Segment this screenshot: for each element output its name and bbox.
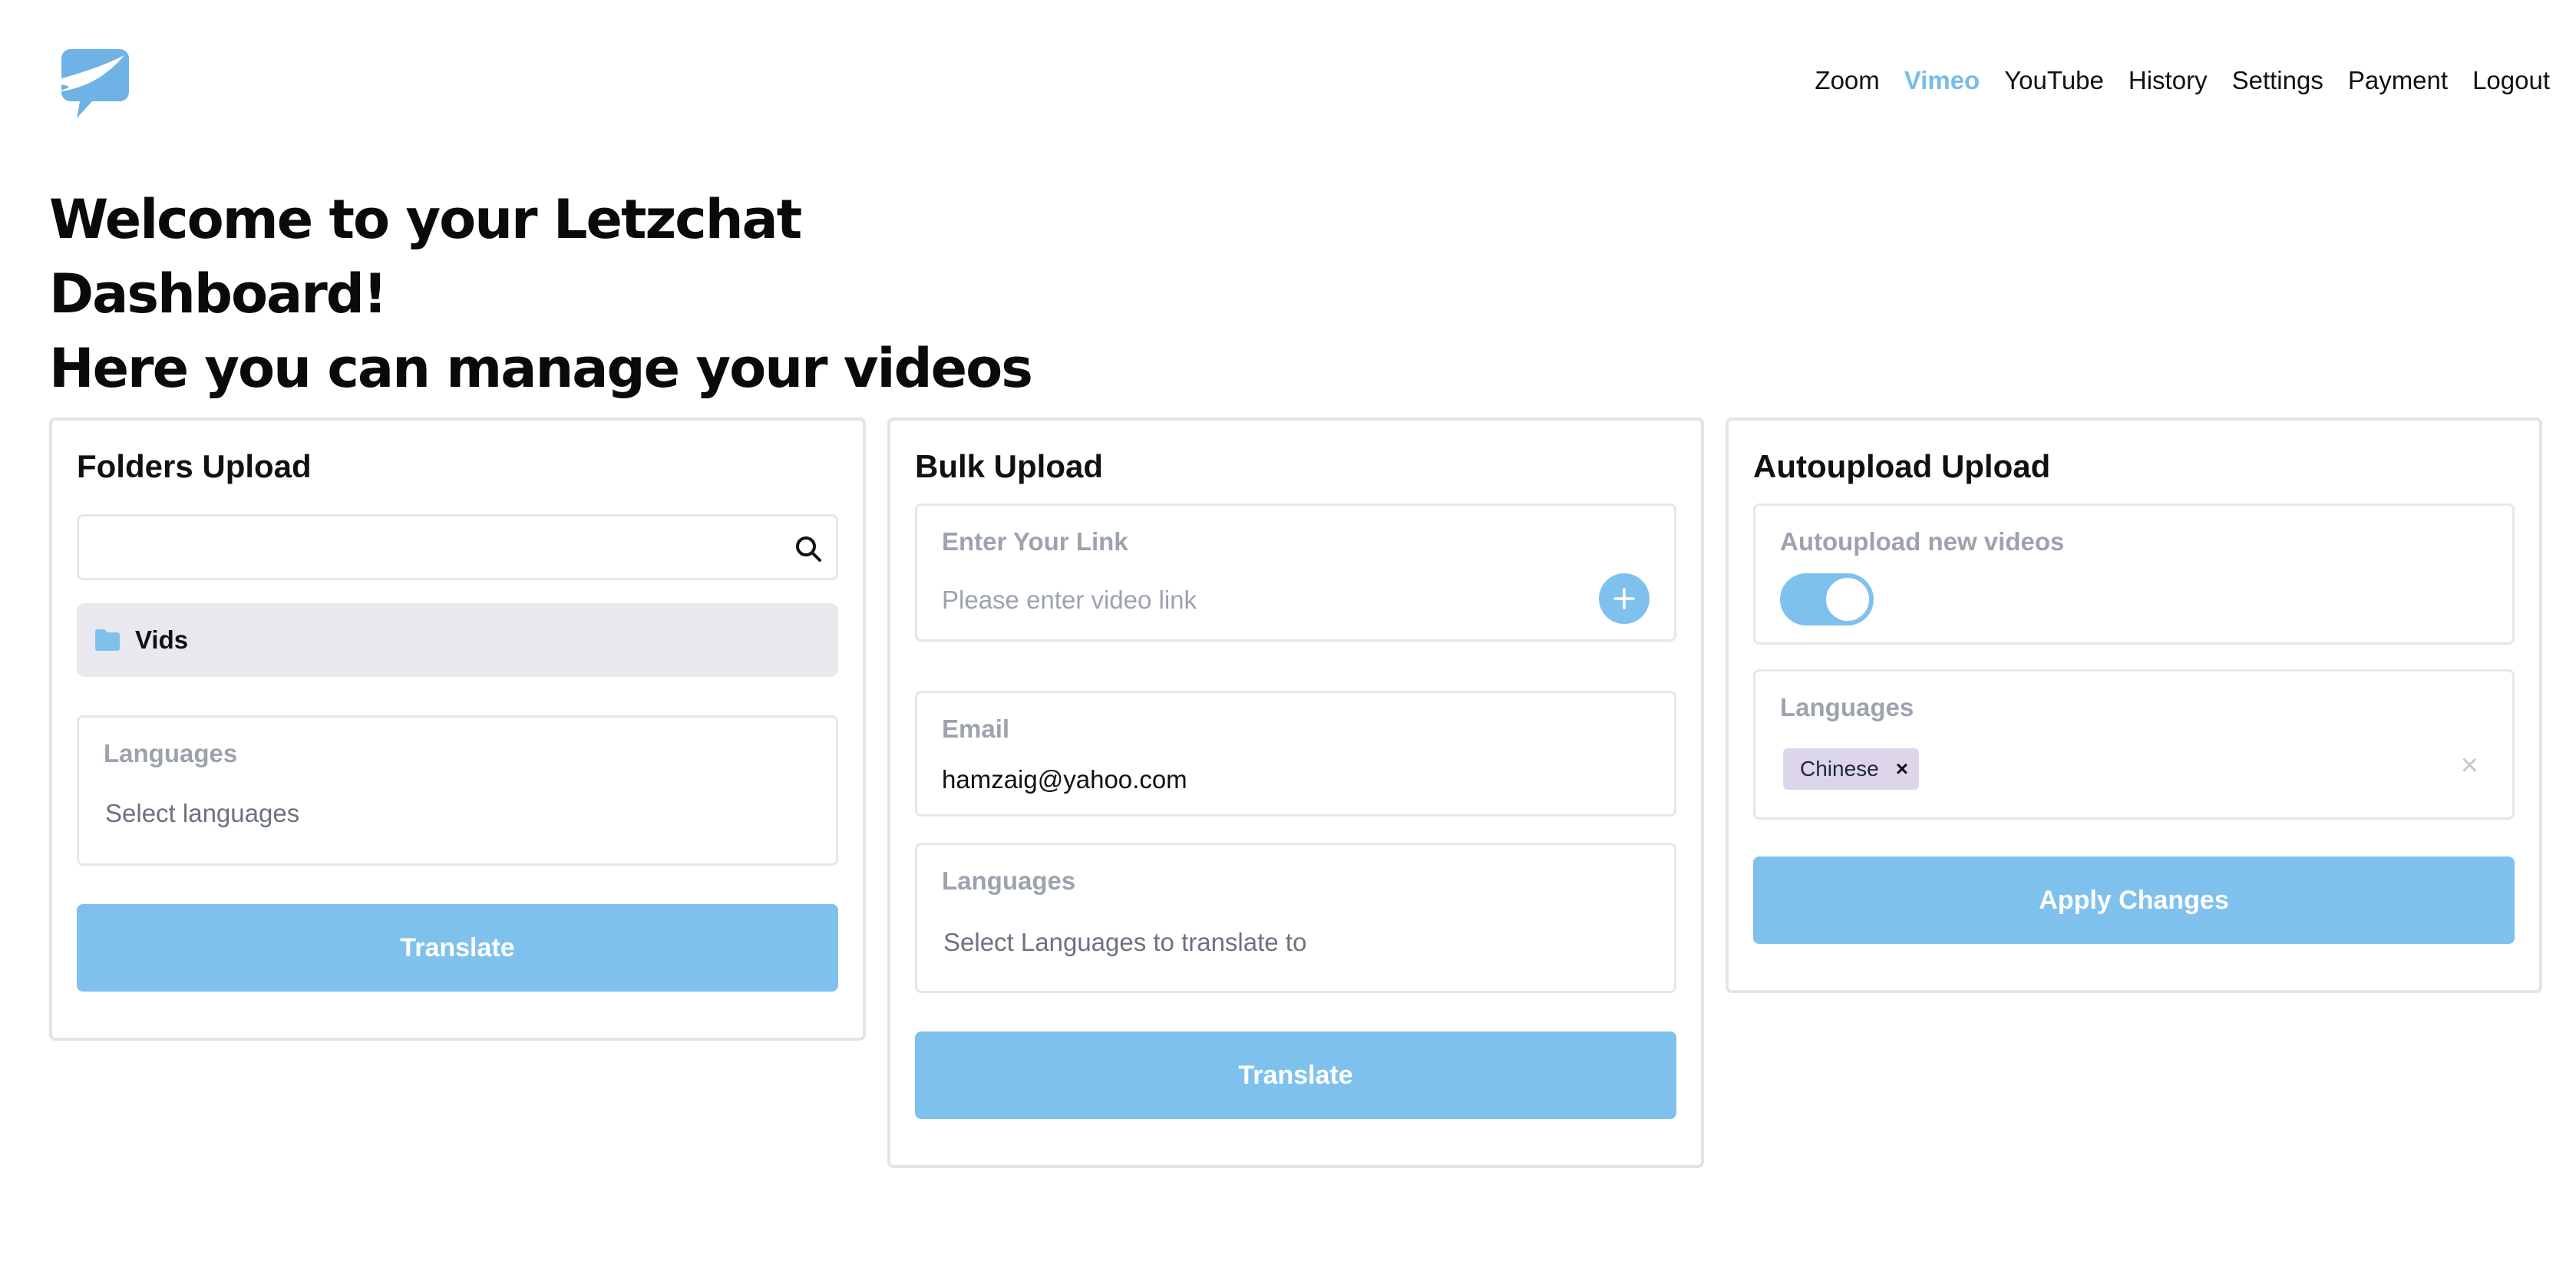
translate-button[interactable]: Translate bbox=[915, 1031, 1676, 1119]
card-title: Autoupload Upload bbox=[1753, 448, 2051, 484]
add-link-button[interactable] bbox=[1599, 573, 1650, 624]
languages-label: Languages bbox=[104, 739, 238, 767]
apply-changes-button[interactable]: Apply Changes bbox=[1753, 856, 2515, 944]
nav-settings[interactable]: Settings bbox=[2232, 66, 2323, 95]
languages-label: Languages bbox=[942, 866, 1076, 895]
languages-select[interactable]: Languages Chinese × × bbox=[1753, 669, 2515, 820]
autoupload-toggle[interactable] bbox=[1780, 573, 1874, 625]
autoupload-label: Autoupload new videos bbox=[1780, 527, 2065, 556]
email-label: Email bbox=[942, 715, 1010, 743]
folder-search-input[interactable] bbox=[77, 514, 838, 580]
autoupload-card: Autoupload Upload Autoupload new videos … bbox=[1726, 418, 2542, 993]
nav-history[interactable]: History bbox=[2129, 66, 2208, 95]
link-label: Enter Your Link bbox=[942, 527, 1128, 556]
languages-placeholder: Select Languages to translate to bbox=[943, 928, 1307, 956]
languages-select[interactable]: Languages Select Languages to translate … bbox=[915, 843, 1676, 993]
translate-button[interactable]: Translate bbox=[77, 904, 838, 992]
top-nav: Zoom Vimeo YouTube History Settings Paym… bbox=[1815, 66, 2550, 95]
folder-icon bbox=[95, 629, 120, 651]
folder-name: Vids bbox=[135, 625, 189, 654]
remove-chip-icon[interactable]: × bbox=[1896, 757, 1908, 781]
autoupload-setting: Autoupload new videos bbox=[1753, 503, 2515, 645]
folder-item[interactable]: Vids bbox=[77, 603, 838, 677]
nav-logout[interactable]: Logout bbox=[2472, 66, 2550, 95]
letzchat-logo[interactable] bbox=[48, 45, 129, 121]
video-link-field[interactable]: Enter Your Link Please enter video link bbox=[915, 503, 1676, 642]
nav-zoom[interactable]: Zoom bbox=[1815, 66, 1879, 95]
languages-placeholder: Select languages bbox=[105, 799, 300, 827]
page-title-line-1: Welcome to your Letzchat Dashboard! bbox=[49, 188, 802, 325]
nav-vimeo[interactable]: Vimeo bbox=[1904, 66, 1980, 95]
bulk-upload-card: Bulk Upload Enter Your Link Please enter… bbox=[887, 418, 1704, 1168]
plus-icon bbox=[1613, 588, 1635, 609]
toggle-knob bbox=[1826, 578, 1869, 621]
card-title: Folders Upload bbox=[77, 448, 312, 484]
folders-upload-card: Folders Upload Vids Languages Select lan… bbox=[49, 418, 866, 1041]
search-icon[interactable] bbox=[793, 533, 824, 564]
card-title: Bulk Upload bbox=[915, 448, 1104, 484]
languages-select[interactable]: Languages Select languages bbox=[77, 715, 838, 866]
email-field[interactable]: Email hamzaig@yahoo.com bbox=[915, 691, 1676, 817]
clear-icon[interactable]: × bbox=[2461, 748, 2479, 783]
email-input[interactable]: hamzaig@yahoo.com bbox=[942, 765, 1187, 794]
nav-payment[interactable]: Payment bbox=[2348, 66, 2448, 95]
language-chip: Chinese × bbox=[1783, 748, 1920, 790]
video-link-input[interactable]: Please enter video link bbox=[942, 586, 1197, 615]
languages-label: Languages bbox=[1780, 693, 1914, 721]
language-chip-label: Chinese bbox=[1800, 757, 1879, 781]
nav-youtube[interactable]: YouTube bbox=[2004, 66, 2104, 95]
